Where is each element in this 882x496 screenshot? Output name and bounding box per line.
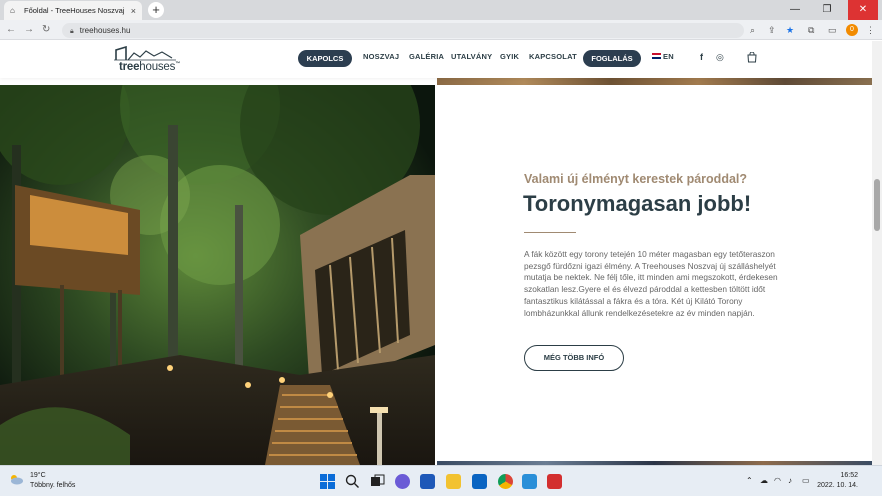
new-tab-button[interactable]: + bbox=[148, 2, 164, 18]
weather-temp: 19°C bbox=[30, 472, 46, 479]
cloud-sun-icon bbox=[11, 475, 23, 485]
tab-title: Főoldal - TreeHouses Noszvaj bbox=[24, 6, 125, 15]
hero-kicker: Valami új élményt kerestek pároddal? bbox=[524, 172, 748, 186]
word-icon[interactable] bbox=[420, 474, 435, 489]
bookmark-star-icon[interactable]: ★ bbox=[786, 23, 794, 37]
weather-desc: Többny. felhős bbox=[30, 482, 76, 489]
search-icon[interactable]: ⌕ bbox=[750, 23, 755, 37]
nav-gyik[interactable]: GYIK bbox=[500, 52, 519, 61]
wifi-icon[interactable]: ◠ bbox=[774, 476, 781, 485]
volume-icon[interactable]: ♪ bbox=[788, 476, 792, 485]
logo-text-light: houses bbox=[139, 61, 176, 73]
site-favicon-icon: ⌂ bbox=[10, 6, 15, 15]
nav-noszvaj[interactable]: NOSZVAJ bbox=[363, 52, 399, 61]
battery-icon[interactable]: ▭ bbox=[802, 476, 810, 485]
browser-tab[interactable]: ⌂ Főoldal - TreeHouses Noszvaj × bbox=[4, 1, 142, 20]
task-view-icon[interactable] bbox=[370, 474, 385, 489]
address-bar[interactable]: 🔒︎ treehouses.hu bbox=[62, 23, 744, 38]
nav-foglalas-button[interactable]: FOGLALÁS bbox=[583, 50, 641, 67]
more-info-button[interactable]: MÉG TÖBB INFÓ bbox=[524, 345, 624, 371]
photos-icon[interactable] bbox=[522, 474, 537, 489]
chat-icon[interactable] bbox=[395, 474, 410, 489]
clock-time: 16:52 bbox=[840, 472, 858, 479]
site-header: treehouses™ KAPOLCS NOSZVAJ GALÉRIA UTAL… bbox=[0, 41, 872, 78]
onedrive-icon[interactable]: ☁ bbox=[760, 476, 768, 485]
page-scrollbar[interactable] bbox=[872, 41, 882, 465]
clock-date: 2022. 10. 14. bbox=[817, 482, 858, 489]
facebook-icon[interactable]: f bbox=[700, 52, 703, 62]
chrome-icon[interactable] bbox=[498, 474, 513, 489]
extension-icon[interactable]: ⧉ bbox=[808, 23, 814, 37]
logo-tm: ™ bbox=[175, 61, 180, 68]
browser-tab-strip: ⌂ Főoldal - TreeHouses Noszvaj × + — ❐ ✕ bbox=[0, 0, 882, 20]
forward-button[interactable]: → bbox=[24, 23, 34, 37]
nav-kapcsolat[interactable]: KAPCSOLAT bbox=[529, 52, 577, 61]
close-window-button[interactable]: ✕ bbox=[848, 0, 878, 20]
nav-galeria[interactable]: GALÉRIA bbox=[409, 52, 444, 61]
file-explorer-icon[interactable] bbox=[446, 474, 461, 489]
back-button[interactable]: ← bbox=[6, 23, 16, 37]
instagram-icon[interactable]: ◎ bbox=[716, 52, 724, 63]
scrollbar-thumb[interactable] bbox=[874, 179, 880, 231]
extension-badge[interactable]: 0 bbox=[846, 24, 858, 36]
nav-kapolcs[interactable]: KAPOLCS bbox=[298, 50, 352, 67]
language-label: EN bbox=[663, 52, 674, 61]
logo-text-bold: tree bbox=[119, 61, 140, 73]
tab-close-icon[interactable]: × bbox=[131, 6, 136, 16]
start-icon[interactable] bbox=[320, 474, 335, 489]
restore-button[interactable]: ❐ bbox=[812, 0, 842, 20]
hero-body-text: A fák között egy torony tetején 10 méter… bbox=[524, 249, 778, 318]
search-taskbar-icon[interactable] bbox=[345, 474, 360, 489]
acrobat-icon[interactable] bbox=[547, 474, 562, 489]
hero-title: Toronymagasan jobb! bbox=[523, 191, 752, 216]
site-logo[interactable]: treehouses™ bbox=[114, 46, 194, 74]
website-viewport: treehouses™ KAPOLCS NOSZVAJ GALÉRIA UTAL… bbox=[0, 41, 872, 465]
hero-content: Valami új élményt kerestek pároddal? Tor… bbox=[437, 85, 872, 465]
browser-toolbar: ← → ↻ 🔒︎ treehouses.hu ⌕ ⇪ ★ ⧉ ▭ 0 ⋮ bbox=[0, 20, 882, 40]
taskbar-clock[interactable]: 16:52 2022. 10. 14. bbox=[817, 471, 858, 491]
share-icon[interactable]: ⇪ bbox=[768, 23, 776, 37]
language-switch[interactable]: EN bbox=[652, 52, 674, 61]
outlook-icon[interactable] bbox=[472, 474, 487, 489]
reload-button[interactable]: ↻ bbox=[42, 23, 50, 37]
uk-flag-icon bbox=[652, 53, 661, 59]
cart-icon[interactable] bbox=[747, 51, 757, 65]
tray-chevron-icon[interactable]: ⌃ bbox=[746, 476, 753, 485]
url-text: treehouses.hu bbox=[79, 26, 131, 35]
nav-utalvany[interactable]: UTALVÁNY bbox=[451, 52, 492, 61]
logo-mark-icon bbox=[114, 46, 176, 61]
title-divider bbox=[524, 232, 576, 233]
treehouse-photo bbox=[0, 85, 435, 465]
menu-icon[interactable]: ⋮ bbox=[866, 23, 875, 37]
minimize-button[interactable]: — bbox=[780, 0, 810, 20]
lock-icon: 🔒︎ bbox=[70, 28, 74, 35]
sidebar-icon[interactable]: ▭ bbox=[828, 23, 837, 37]
windows-taskbar: 19°C Többny. felhős ⌃ ☁ ◠ ♪ ▭ 16:52 2022… bbox=[0, 465, 882, 496]
